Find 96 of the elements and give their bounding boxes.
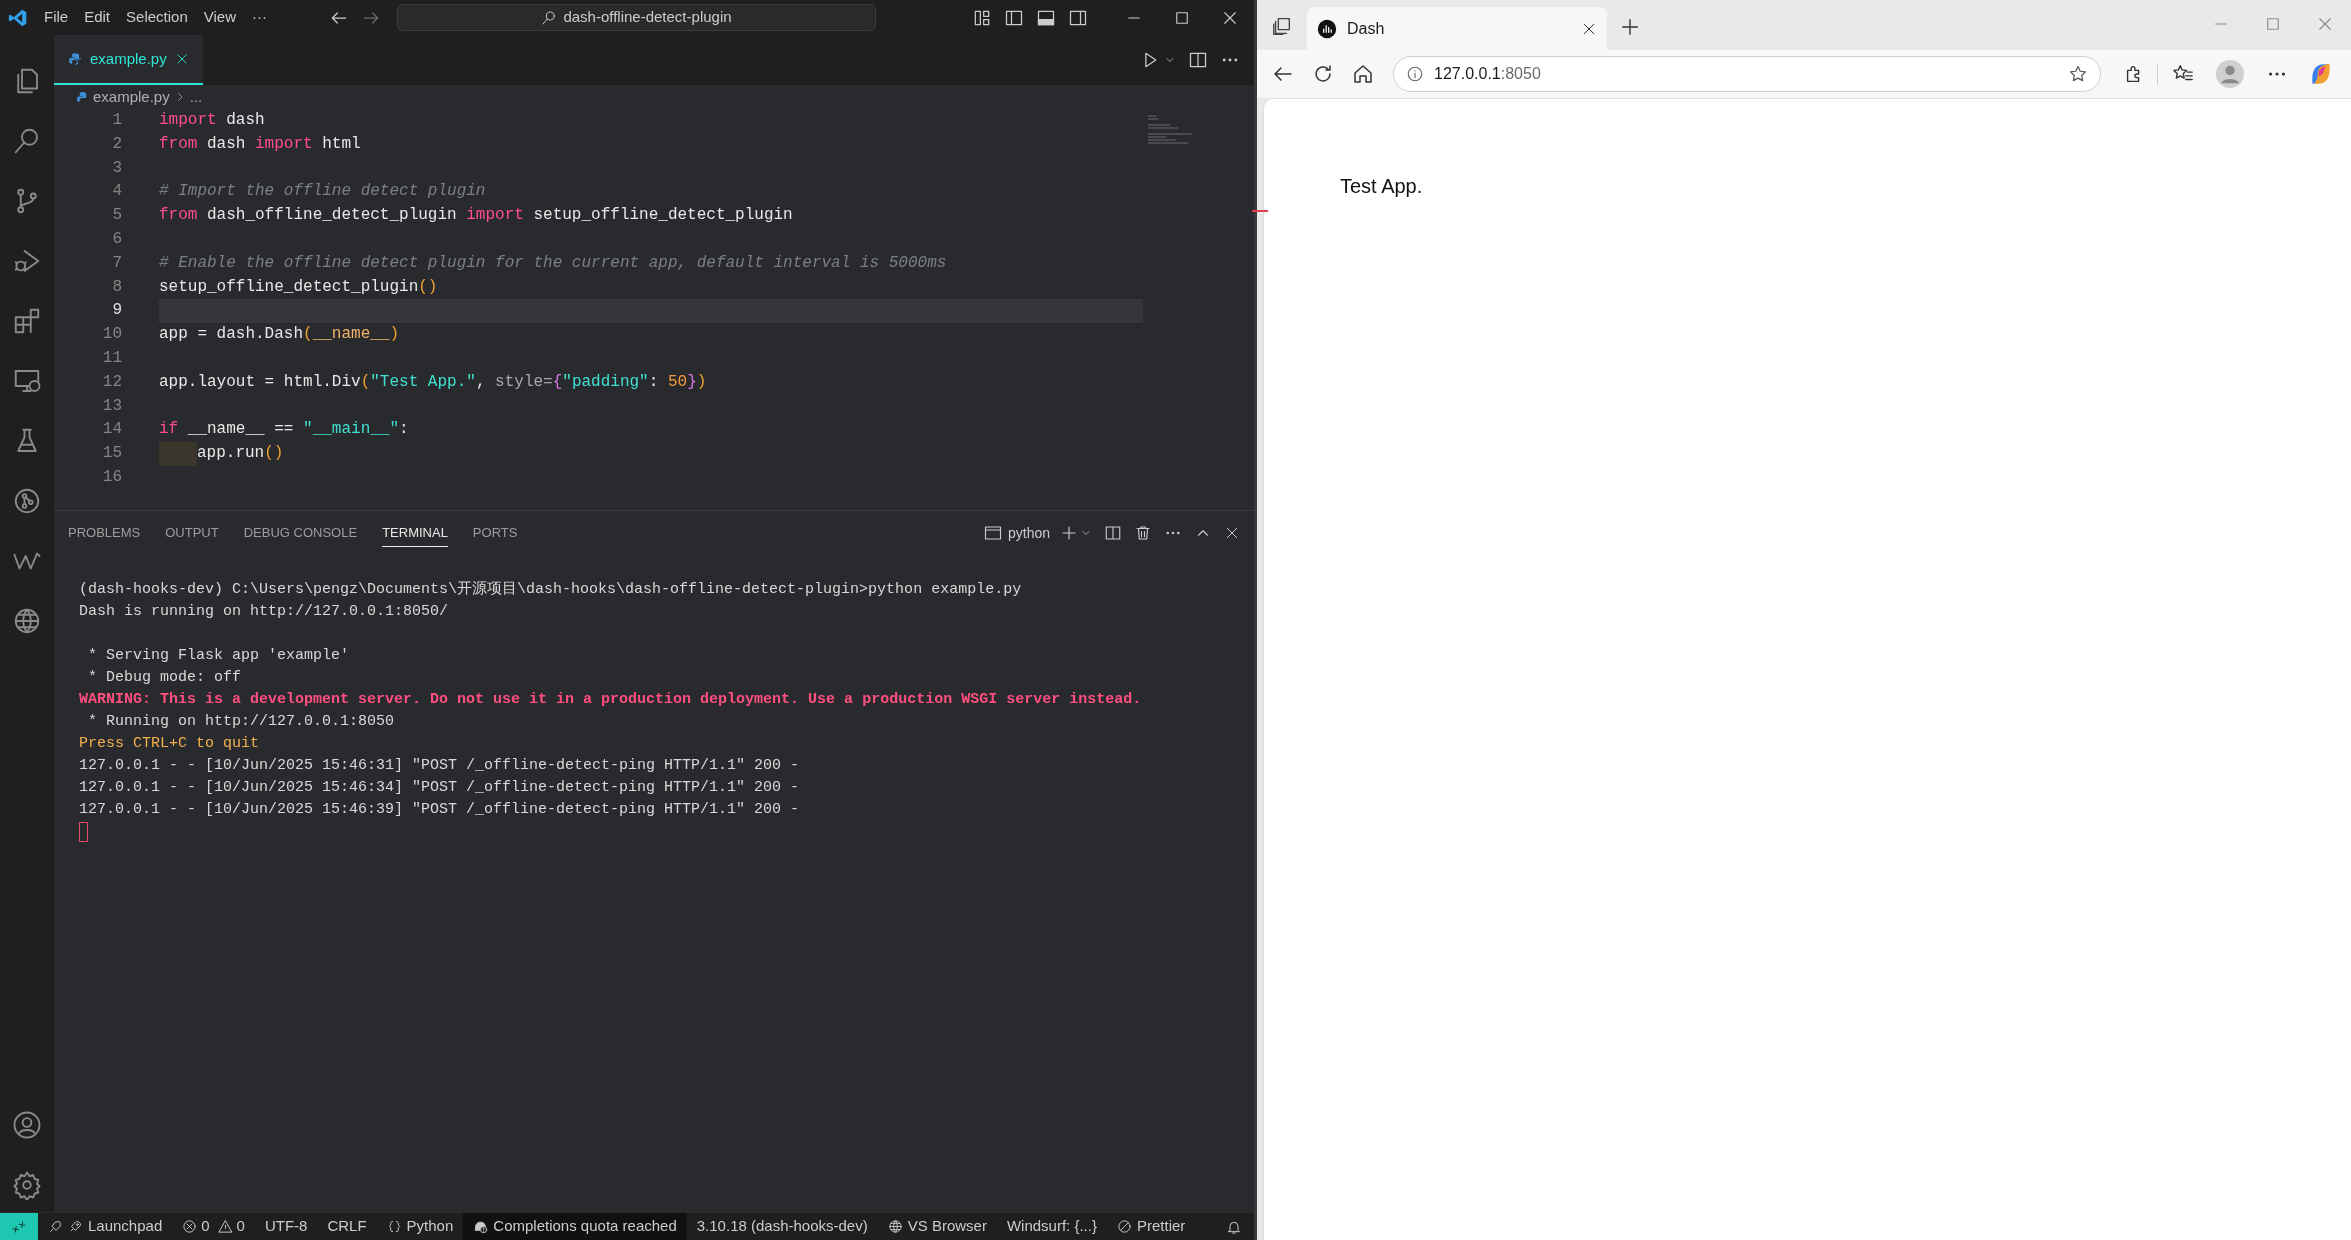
code-line: app.layout = html.Div("Test App.", style={"padding": 50}) bbox=[159, 371, 707, 393]
code-line: if __name__ == "__main__": bbox=[159, 419, 409, 441]
problems-status[interactable]: 0 0 bbox=[172, 1213, 255, 1240]
terminal-icon bbox=[983, 525, 1002, 541]
status-item[interactable]: Windsurf: {...} bbox=[996, 1213, 1107, 1240]
editor-tab[interactable]: example.py bbox=[54, 35, 203, 85]
line-number: 6 bbox=[111, 229, 122, 250]
line-number: 12 bbox=[101, 371, 122, 393]
copilot-warning-icon bbox=[473, 1219, 489, 1234]
launchpad-status[interactable]: Launchpad bbox=[38, 1213, 173, 1240]
terminal-selector[interactable]: python bbox=[983, 522, 1050, 544]
panel-tab[interactable]: PORTS bbox=[472, 519, 518, 547]
browser-status[interactable]: VS Browser bbox=[877, 1213, 997, 1240]
terminal-line: Dash is running on http://127.0.0.1:8050/ bbox=[79, 602, 449, 622]
status-item[interactable]: UTF-8 bbox=[254, 1213, 318, 1240]
line-number: 8 bbox=[111, 276, 122, 298]
plus-icon[interactable] bbox=[1060, 524, 1078, 542]
prohibited-icon bbox=[1116, 1219, 1132, 1234]
dash-favicon-icon bbox=[1317, 18, 1337, 39]
menu-item[interactable]: Selection bbox=[118, 2, 196, 33]
panel-tab[interactable]: OUTPUT bbox=[165, 519, 219, 547]
settings-icon[interactable] bbox=[12, 1170, 42, 1200]
line-number: 13 bbox=[101, 395, 122, 417]
terminal-line: * Serving Flask app 'example' bbox=[87, 646, 350, 666]
page-text: Test App. bbox=[1340, 174, 1423, 199]
tab-actions-icon[interactable] bbox=[1271, 15, 1293, 37]
completions-status[interactable]: Completions quota reached bbox=[463, 1213, 687, 1240]
panel-tab[interactable]: PROBLEMS bbox=[68, 519, 141, 547]
line-number: 11 bbox=[101, 347, 122, 369]
address-bar[interactable]: 127.0.0.1:8050 bbox=[1393, 56, 2101, 92]
breadcrumb-item[interactable]: example.py bbox=[93, 85, 170, 109]
close-icon[interactable] bbox=[1224, 525, 1240, 541]
menu-item[interactable]: ··· bbox=[244, 2, 275, 33]
error-icon bbox=[182, 1219, 198, 1234]
terminal-line: WARNING: This is a development server. Do not use it in a production deployment. Use a production WSGI server instead. bbox=[79, 690, 1142, 710]
warning-icon bbox=[217, 1219, 233, 1234]
terminal-line: (dash-hooks-dev) C:\Users\pengz\Documents\开源项目\dash-hooks\dash-offline-detect-plugin>python example.py bbox=[79, 580, 1022, 600]
prettier-status[interactable]: Prettier bbox=[1106, 1213, 1196, 1240]
account-icon[interactable] bbox=[12, 1110, 42, 1140]
line-number: 4 bbox=[111, 181, 122, 203]
code-line: from dash_offline_detect_plugin import setup_offline_detect_plugin bbox=[159, 205, 793, 227]
split-editor-icon[interactable] bbox=[1188, 50, 1208, 70]
line-number: 15 bbox=[101, 443, 122, 465]
status-item[interactable]: 3.10.18 (dash-hooks-dev) bbox=[686, 1213, 878, 1240]
command-center[interactable]: dash-offline-detect-plugin bbox=[397, 4, 876, 31]
terminal-cursor bbox=[79, 822, 88, 842]
line-number: 5 bbox=[111, 205, 122, 227]
terminal-line: * Debug mode: off bbox=[87, 668, 242, 688]
url-text: 127.0.0.1:8050 bbox=[1434, 64, 1542, 84]
extensions-icon[interactable] bbox=[12, 306, 42, 336]
line-number: 16 bbox=[101, 466, 122, 488]
search-icon bbox=[541, 9, 558, 26]
terminal-line: 127.0.0.1 - - [10/Jun/2025 15:46:31] "POST /_offline-detect-ping HTTP/1.1" 200 - bbox=[79, 756, 800, 776]
line-number: 10 bbox=[101, 324, 122, 346]
line-number: 7 bbox=[111, 252, 122, 274]
globe-icon bbox=[887, 1219, 903, 1234]
terminal-line: 127.0.0.1 - - [10/Jun/2025 15:46:39] "POST /_offline-detect-ping HTTP/1.1" 200 - bbox=[79, 800, 800, 820]
menu-item[interactable]: View bbox=[195, 2, 244, 33]
line-number: 9 bbox=[111, 300, 122, 322]
info-icon bbox=[1406, 65, 1424, 83]
split-terminal-icon[interactable] bbox=[1104, 524, 1122, 542]
trash-icon[interactable] bbox=[1134, 524, 1152, 542]
star-icon[interactable] bbox=[2068, 64, 2088, 84]
line-number: 3 bbox=[111, 157, 122, 179]
status-item[interactable]: CRLF bbox=[317, 1213, 377, 1240]
home-icon[interactable] bbox=[1351, 62, 1375, 86]
git-graph-icon[interactable] bbox=[12, 486, 42, 516]
menu-item[interactable]: Edit bbox=[76, 2, 119, 33]
profile-avatar-icon[interactable] bbox=[2216, 60, 2244, 88]
braces-icon bbox=[386, 1219, 402, 1234]
line-number: 2 bbox=[111, 133, 122, 155]
code-line: app.run() bbox=[197, 443, 284, 465]
terminal-line: 127.0.0.1 - - [10/Jun/2025 15:46:34] "POST /_offline-detect-ping HTTP/1.1" 200 - bbox=[79, 778, 800, 798]
code-line: setup_offline_detect_plugin() bbox=[159, 276, 438, 298]
panel-tab[interactable]: DEBUG CONSOLE bbox=[243, 519, 358, 547]
terminal-line: * Running on http://127.0.0.1:8050 bbox=[87, 712, 395, 732]
python-file-icon bbox=[68, 52, 82, 66]
code-line: # Enable the offline detect plugin for the current app, default interval is 5000ms bbox=[159, 252, 947, 274]
globe-icon[interactable] bbox=[12, 606, 42, 636]
line-number: 1 bbox=[111, 110, 122, 131]
code-line: app = dash.Dash(__name__) bbox=[159, 324, 400, 346]
browser-tab[interactable]: Dash bbox=[1307, 7, 1607, 50]
app-logo-icon bbox=[8, 7, 28, 28]
code-line: from dash import html bbox=[159, 133, 361, 155]
code-line: import dash bbox=[159, 110, 265, 131]
python-file-icon bbox=[76, 90, 89, 104]
close-icon[interactable] bbox=[174, 52, 189, 66]
menu-item[interactable]: File bbox=[36, 2, 77, 33]
panel-tab[interactable]: TERMINAL bbox=[382, 518, 448, 548]
new-tab-icon[interactable] bbox=[1619, 16, 1641, 38]
language-status[interactable]: Python bbox=[376, 1213, 464, 1240]
scrollbar-marker bbox=[1252, 210, 1268, 212]
line-number: 14 bbox=[101, 419, 122, 441]
code-line: # Import the offline detect plugin bbox=[159, 181, 486, 203]
breadcrumb-item[interactable]: ... bbox=[189, 85, 203, 109]
terminal-line: Press CTRL+C to quit bbox=[79, 734, 260, 754]
